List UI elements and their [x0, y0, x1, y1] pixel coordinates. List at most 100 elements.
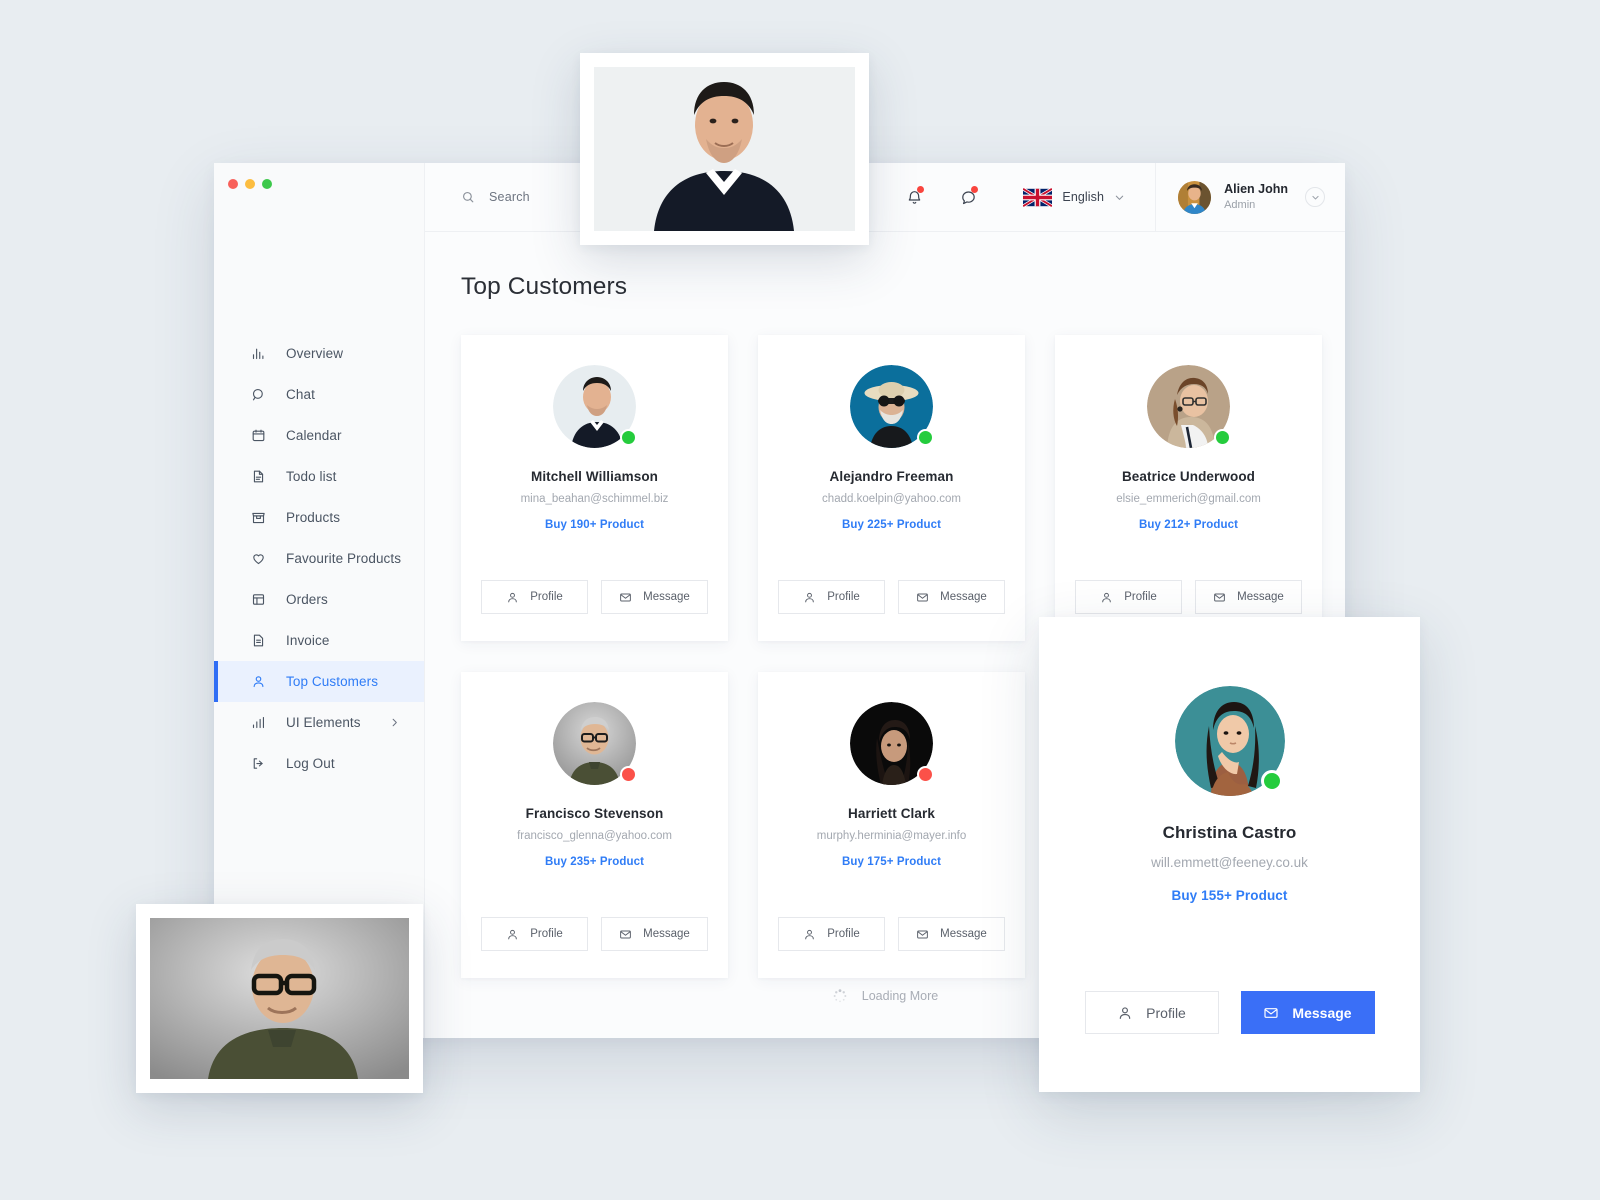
minimize-window-button[interactable]	[245, 179, 255, 189]
customer-purchase-link[interactable]: Buy 225+ Product	[842, 519, 941, 531]
customer-card[interactable]: Harriett Clark murphy.herminia@mayer.inf…	[758, 672, 1025, 978]
profile-button[interactable]: Profile	[778, 917, 885, 951]
message-button[interactable]: Message	[601, 580, 708, 614]
user-icon	[506, 591, 519, 604]
customer-name: Francisco Stevenson	[525, 806, 664, 821]
message-button[interactable]: Message	[601, 917, 708, 951]
message-button[interactable]: Message	[1195, 580, 1302, 614]
message-button-label: Message	[1237, 591, 1284, 603]
document-icon	[250, 468, 267, 485]
customer-purchase-link[interactable]: Buy 212+ Product	[1139, 519, 1238, 531]
user-role: Admin	[1224, 199, 1256, 212]
avatar-wrapper	[850, 702, 934, 785]
customer-card[interactable]: Francisco Stevenson francisco_glenna@yah…	[461, 672, 728, 978]
profile-button[interactable]: Profile	[1075, 580, 1182, 614]
floating-photo-preview-top	[580, 53, 869, 245]
sidebar-item-todo-list[interactable]: Todo list	[214, 456, 424, 497]
profile-button-label: Profile	[1124, 591, 1157, 603]
status-badge	[917, 429, 934, 446]
customer-purchase-link[interactable]: Buy 190+ Product	[545, 519, 644, 531]
sidebar-item-label: Products	[286, 510, 341, 525]
customer-card[interactable]: Alejandro Freeman chadd.koelpin@yahoo.co…	[758, 335, 1025, 641]
avatar-wrapper	[1174, 686, 1285, 796]
sidebar-item-label: Invoice	[286, 633, 330, 648]
sidebar-item-chat[interactable]: Chat	[214, 374, 424, 415]
language-label: English	[1062, 190, 1105, 204]
language-selector[interactable]: English	[1023, 187, 1125, 207]
chart-bars-icon	[250, 714, 267, 731]
avatar-wrapper	[850, 365, 934, 448]
chevron-down-icon[interactable]	[1305, 187, 1325, 207]
customer-name: Alejandro Freeman	[829, 469, 954, 484]
customer-purchase-link[interactable]: Buy 155+ Product	[1171, 888, 1287, 903]
page-title: Top Customers	[461, 273, 628, 300]
status-badge	[1214, 429, 1231, 446]
highlighted-card-inner: Christina Castro will.emmett@feeney.co.u…	[1063, 641, 1396, 1068]
chat-search-icon	[250, 386, 267, 403]
customer-name: Mitchell Williamson	[530, 469, 659, 484]
floating-photo-preview-bottom	[136, 904, 423, 1093]
loading-label: Loading More	[861, 989, 939, 1003]
status-badge	[620, 429, 637, 446]
close-window-button[interactable]	[228, 179, 238, 189]
profile-button[interactable]: Profile	[481, 580, 588, 614]
message-button-label: Message	[940, 928, 987, 940]
message-button-label: Message	[1292, 1004, 1352, 1021]
customer-email: will.emmett@feeney.co.uk	[1151, 855, 1308, 870]
message-button[interactable]: Message	[898, 580, 1005, 614]
sidebar-nav: Overview Chat Calendar Todo list Product…	[214, 333, 424, 950]
customer-purchase-link[interactable]: Buy 175+ Product	[842, 856, 941, 868]
calendar-icon	[250, 427, 267, 444]
topbar-right-controls: English Alien John Admin	[897, 163, 1345, 231]
chevron-down-icon	[1114, 192, 1125, 203]
sidebar-item-favourite-products[interactable]: Favourite Products	[214, 538, 424, 579]
avatar	[1178, 180, 1212, 214]
maximize-window-button[interactable]	[262, 179, 272, 189]
profile-button[interactable]: Profile	[778, 580, 885, 614]
status-badge	[1260, 770, 1283, 792]
message-button-label: Message	[940, 591, 987, 603]
sidebar-item-logout[interactable]: Log Out	[214, 743, 424, 784]
sidebar-item-label: Top Customers	[286, 674, 379, 689]
envelope-icon	[916, 591, 929, 604]
window-traffic-lights[interactable]	[214, 163, 424, 189]
profile-button[interactable]: Profile	[1084, 991, 1219, 1034]
user-profile-menu[interactable]: Alien John Admin	[1155, 163, 1345, 231]
customer-card[interactable]: Beatrice Underwood elsie_emmerich@gmail.…	[1055, 335, 1322, 641]
envelope-icon	[1263, 1005, 1279, 1021]
sidebar-item-calendar[interactable]: Calendar	[214, 415, 424, 456]
highlighted-customer-card[interactable]: Christina Castro will.emmett@feeney.co.u…	[1039, 617, 1420, 1092]
sidebar-item-overview[interactable]: Overview	[214, 333, 424, 374]
sidebar-item-top-customers[interactable]: Top Customers	[214, 661, 424, 702]
status-badge	[620, 766, 637, 783]
sidebar-item-label: Overview	[286, 346, 344, 361]
avatar-wrapper	[553, 702, 637, 785]
customer-purchase-link[interactable]: Buy 235+ Product	[545, 856, 644, 868]
customer-email: murphy.herminia@mayer.info	[816, 830, 967, 842]
sidebar-item-ui-elements[interactable]: UI Elements	[214, 702, 424, 743]
user-meta: Alien John Admin	[1224, 181, 1288, 213]
card-actions: Profile Message	[1084, 991, 1375, 1034]
uk-flag-icon	[1023, 187, 1053, 207]
message-button[interactable]: Message	[1240, 991, 1375, 1034]
spinner-icon	[832, 988, 848, 1004]
envelope-icon	[1213, 591, 1226, 604]
search-input[interactable]: Search	[461, 190, 530, 204]
messages-button[interactable]	[951, 180, 985, 214]
message-button-label: Message	[643, 591, 690, 603]
message-button[interactable]: Message	[898, 917, 1005, 951]
sidebar-item-invoice[interactable]: Invoice	[214, 620, 424, 661]
notifications-button[interactable]	[897, 180, 931, 214]
profile-button-label: Profile	[1146, 1004, 1186, 1021]
card-actions: Profile Message	[481, 580, 708, 614]
sidebar-item-products[interactable]: Products	[214, 497, 424, 538]
profile-button[interactable]: Profile	[481, 917, 588, 951]
sidebar-item-orders[interactable]: Orders	[214, 579, 424, 620]
avatar-wrapper	[1147, 365, 1231, 448]
customer-card[interactable]: Mitchell Williamson mina_beahan@schimmel…	[461, 335, 728, 641]
envelope-icon	[619, 591, 632, 604]
sidebar-item-label: UI Elements	[286, 715, 361, 730]
profile-button-label: Profile	[827, 591, 860, 603]
user-icon	[803, 928, 816, 941]
customer-email: chadd.koelpin@yahoo.com	[822, 493, 961, 505]
